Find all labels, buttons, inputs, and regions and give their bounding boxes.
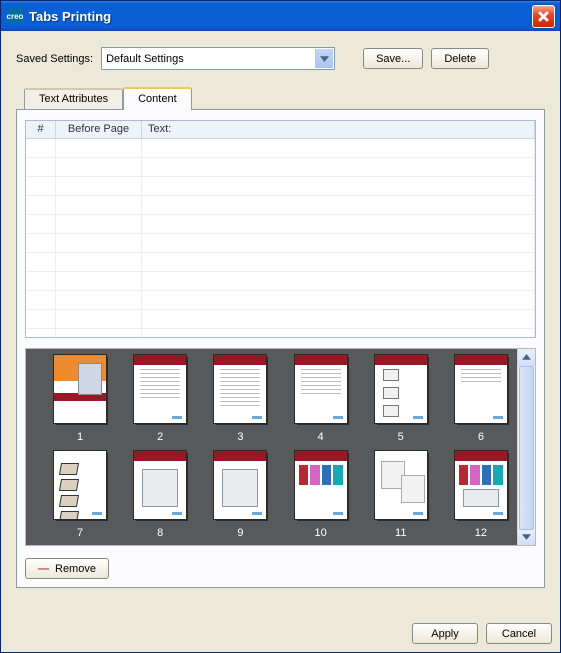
dropdown-arrow-icon [315,49,333,68]
window-close-button[interactable] [532,5,555,28]
app-logo: creo [7,8,23,24]
titlebar[interactable]: creo Tabs Printing [1,1,560,31]
thumb-label: 1 [77,431,83,443]
page-thumbnail[interactable]: 11 [371,451,431,543]
grid-row[interactable] [26,215,535,234]
thumb-label: 4 [318,431,324,443]
close-icon [538,11,549,22]
thumb-label: 9 [237,527,243,539]
grid-header-num[interactable]: # [26,121,56,138]
page-thumbnail[interactable]: 5 [371,355,431,447]
page-thumbnail[interactable]: 8 [130,451,190,543]
grid-row[interactable] [26,177,535,196]
thumb-label: 10 [314,527,326,539]
saved-settings-value: Default Settings [106,53,184,65]
save-button[interactable]: Save... [363,48,423,69]
grid-header-before-page[interactable]: Before Page [56,121,142,138]
remove-button[interactable]: —Remove [25,558,109,579]
thumbnail-scrollbar[interactable] [517,349,535,545]
page-thumbnail[interactable]: 7 [50,451,110,543]
tab-content[interactable]: Content [123,87,192,110]
cancel-button[interactable]: Cancel [486,623,552,644]
page-thumbnail[interactable]: 9 [210,451,270,543]
tabs-printing-dialog: creo Tabs Printing Saved Settings: Defau… [0,0,561,653]
tab-bar: Text Attributes Content [24,86,545,109]
grid-row[interactable] [26,253,535,272]
content-panel: # Before Page Text: 1 2 [16,109,545,588]
saved-settings-row: Saved Settings: Default Settings Save...… [16,47,545,70]
tabs-grid[interactable]: # Before Page Text: [25,120,536,338]
page-thumbnail[interactable]: 10 [291,451,351,543]
grid-row[interactable] [26,291,535,310]
scroll-down-button[interactable] [518,528,535,545]
grid-row[interactable] [26,310,535,329]
grid-header: # Before Page Text: [26,121,535,139]
thumb-label: 6 [478,431,484,443]
thumb-label: 11 [395,527,406,539]
delete-button[interactable]: Delete [431,48,489,69]
apply-button[interactable]: Apply [412,623,478,644]
page-thumbnail[interactable]: 1 [50,355,110,447]
tab-text-attributes[interactable]: Text Attributes [24,88,123,109]
thumbnail-grid: 1 2 3 4 5 6 7 8 9 10 11 12 [26,349,517,545]
grid-row[interactable] [26,272,535,291]
saved-settings-dropdown[interactable]: Default Settings [101,47,335,70]
grid-row[interactable] [26,139,535,158]
dialog-footer: Apply Cancel [1,623,560,652]
thumb-label: 3 [237,431,243,443]
thumbnail-pane: 1 2 3 4 5 6 7 8 9 10 11 12 [25,348,536,546]
grid-row[interactable] [26,158,535,177]
page-thumbnail[interactable]: 12 [451,451,511,543]
page-thumbnail[interactable]: 6 [451,355,511,447]
thumb-label: 5 [398,431,404,443]
window-title: Tabs Printing [29,9,532,24]
thumb-label: 2 [157,431,163,443]
page-thumbnail[interactable]: 3 [210,355,270,447]
thumb-label: 8 [157,527,163,539]
grid-header-text[interactable]: Text: [142,121,535,138]
thumb-label: 12 [475,527,487,539]
saved-settings-label: Saved Settings: [16,53,93,65]
page-thumbnail[interactable]: 4 [291,355,351,447]
thumb-label: 7 [77,527,83,539]
scroll-up-button[interactable] [518,349,535,366]
scroll-thumb[interactable] [519,366,534,530]
grid-row[interactable] [26,329,535,338]
grid-row[interactable] [26,196,535,215]
page-thumbnail[interactable]: 2 [130,355,190,447]
grid-row[interactable] [26,234,535,253]
scroll-track[interactable] [518,366,535,528]
minus-icon: — [38,563,49,575]
